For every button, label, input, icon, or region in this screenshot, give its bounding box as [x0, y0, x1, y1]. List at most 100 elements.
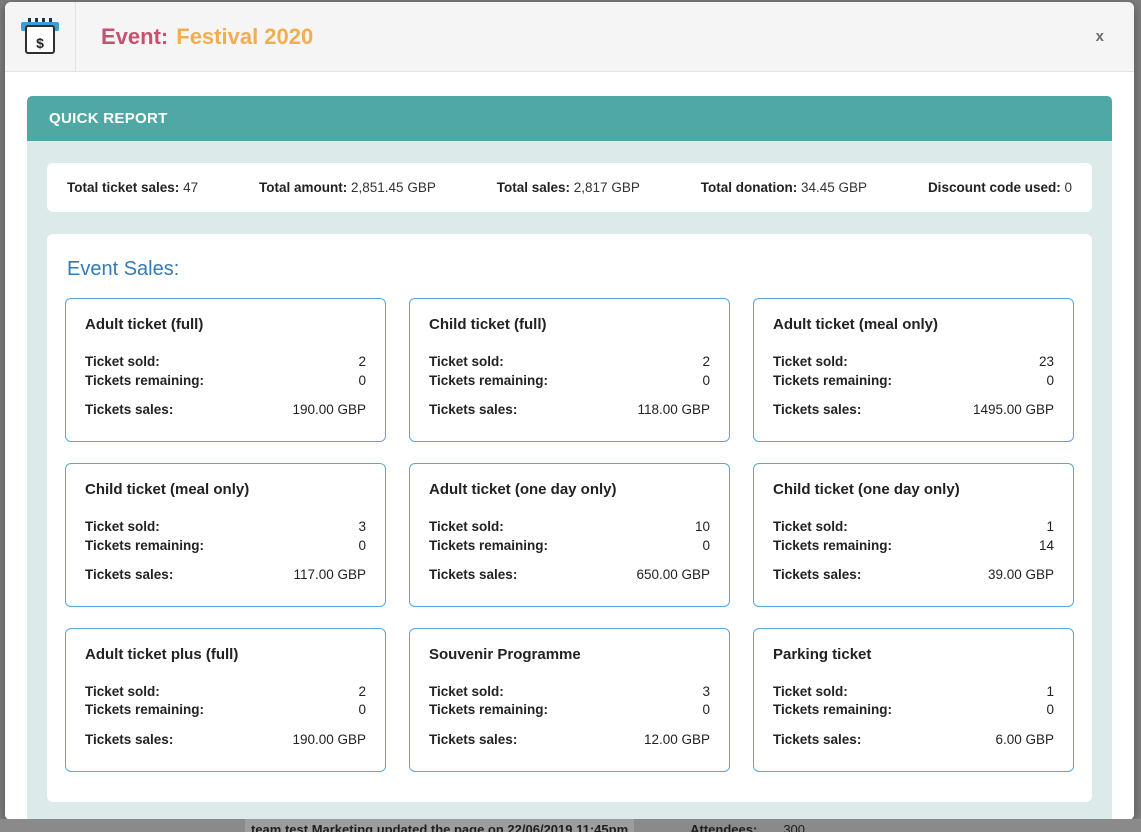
dollar-glyph: $: [25, 25, 55, 54]
summary-stat-value: 47: [183, 180, 198, 195]
ticket-sold-value: 23: [1039, 353, 1054, 372]
event-title-value: Festival 2020: [176, 24, 313, 50]
tickets-remaining-row: Tickets remaining: 0: [429, 701, 710, 720]
tickets-remaining-value: 0: [702, 537, 710, 556]
attendees-label: Attendees:: [690, 822, 757, 832]
summary-stat: Total donation: 34.45 GBP: [701, 180, 867, 195]
ticket-sold-value: 3: [702, 683, 710, 702]
tickets-sales-row: Tickets sales: 117.00 GBP: [85, 566, 366, 585]
tickets-sales-value: 12.00 GBP: [644, 731, 710, 750]
summary-stat: Total amount: 2,851.45 GBP: [259, 180, 436, 195]
background-list-item: team test Marketing updated the page on …: [245, 819, 634, 832]
calendar-dollar-icon: $: [21, 18, 59, 56]
ticket-sold-value: 10: [695, 518, 710, 537]
tickets-remaining-value: 14: [1039, 537, 1054, 556]
modal-body: QUICK REPORT Total ticket sales: 47 Tota…: [5, 72, 1134, 820]
tickets-remaining-label: Tickets remaining:: [429, 372, 548, 391]
ticket-card-title: Adult ticket (full): [85, 316, 366, 333]
ticket-sold-label: Ticket sold:: [429, 683, 504, 702]
modal-icon-cell: $: [5, 2, 76, 71]
background-page-clipped: team test Marketing updated the page on …: [0, 819, 1141, 832]
tickets-remaining-row: Tickets remaining: 0: [773, 372, 1054, 391]
tickets-remaining-value: 0: [358, 537, 366, 556]
tickets-sales-label: Tickets sales:: [85, 731, 173, 750]
tickets-sales-value: 6.00 GBP: [995, 731, 1054, 750]
summary-stat-label: Total ticket sales:: [67, 180, 179, 195]
ticket-sold-value: 3: [358, 518, 366, 537]
ticket-sold-row: Ticket sold: 2: [429, 353, 710, 372]
close-button[interactable]: x: [1086, 19, 1134, 54]
ticket-sold-row: Ticket sold: 1: [773, 518, 1054, 537]
ticket-card: Parking ticket Ticket sold: 1 Tickets re…: [753, 628, 1074, 772]
tickets-remaining-label: Tickets remaining:: [429, 701, 548, 720]
ticket-card: Child ticket (one day only) Ticket sold:…: [753, 463, 1074, 607]
ticket-sold-label: Ticket sold:: [429, 353, 504, 372]
tickets-remaining-label: Tickets remaining:: [85, 537, 204, 556]
tickets-remaining-label: Tickets remaining:: [773, 372, 892, 391]
tickets-remaining-row: Tickets remaining: 0: [429, 372, 710, 391]
tickets-remaining-value: 0: [1046, 372, 1054, 391]
summary-stat-label: Total amount:: [259, 180, 347, 195]
summary-stat-value: 2,851.45 GBP: [351, 180, 436, 195]
ticket-sold-label: Ticket sold:: [773, 683, 848, 702]
summary-stat-value: 2,817 GBP: [574, 180, 640, 195]
ticket-card-title: Child ticket (full): [429, 316, 710, 333]
ticket-card-title: Child ticket (meal only): [85, 481, 366, 498]
ticket-sold-row: Ticket sold: 2: [85, 683, 366, 702]
ticket-card-title: Souvenir Programme: [429, 646, 710, 663]
tickets-sales-row: Tickets sales: 6.00 GBP: [773, 731, 1054, 750]
tickets-sales-value: 1495.00 GBP: [973, 401, 1054, 420]
ticket-card-title: Parking ticket: [773, 646, 1054, 663]
tickets-sales-value: 650.00 GBP: [636, 566, 710, 585]
event-title-label: Event:: [101, 24, 168, 50]
event-report-modal: $ Event: Festival 2020 x QUICK REPORT To…: [5, 2, 1134, 820]
tickets-sales-label: Tickets sales:: [773, 401, 861, 420]
ticket-card: Child ticket (meal only) Ticket sold: 3 …: [65, 463, 386, 607]
tickets-remaining-value: 0: [702, 372, 710, 391]
tickets-sales-label: Tickets sales:: [773, 566, 861, 585]
modal-header: $ Event: Festival 2020 x: [5, 2, 1134, 72]
modal-title: Event: Festival 2020: [76, 2, 313, 71]
summary-stat-label: Total sales:: [497, 180, 570, 195]
ticket-card: Adult ticket (full) Ticket sold: 2 Ticke…: [65, 298, 386, 442]
summary-stat: Discount code used: 0: [928, 180, 1072, 195]
ticket-sold-label: Ticket sold:: [85, 518, 160, 537]
tickets-sales-row: Tickets sales: 190.00 GBP: [85, 731, 366, 750]
tickets-remaining-row: Tickets remaining: 14: [773, 537, 1054, 556]
summary-stat-label: Discount code used:: [928, 180, 1061, 195]
ticket-sold-row: Ticket sold: 3: [429, 683, 710, 702]
tickets-remaining-row: Tickets remaining: 0: [85, 701, 366, 720]
ticket-sold-value: 2: [358, 353, 366, 372]
ticket-sold-row: Ticket sold: 10: [429, 518, 710, 537]
ticket-sold-row: Ticket sold: 2: [85, 353, 366, 372]
summary-totals-bar: Total ticket sales: 47 Total amount: 2,8…: [47, 163, 1092, 212]
tickets-remaining-label: Tickets remaining:: [773, 537, 892, 556]
tickets-sales-value: 190.00 GBP: [292, 731, 366, 750]
ticket-card-title: Adult ticket (one day only): [429, 481, 710, 498]
ticket-sold-value: 2: [358, 683, 366, 702]
ticket-sold-value: 1: [1046, 683, 1054, 702]
ticket-sold-row: Ticket sold: 1: [773, 683, 1054, 702]
tickets-sales-label: Tickets sales:: [429, 731, 517, 750]
ticket-sold-value: 1: [1046, 518, 1054, 537]
summary-stat-value: 34.45 GBP: [801, 180, 867, 195]
tickets-sales-label: Tickets sales:: [773, 731, 861, 750]
summary-stat-value: 0: [1064, 180, 1072, 195]
ticket-card-title: Child ticket (one day only): [773, 481, 1054, 498]
ticket-card: Child ticket (full) Ticket sold: 2 Ticke…: [409, 298, 730, 442]
tickets-sales-label: Tickets sales:: [429, 566, 517, 585]
ticket-sold-label: Ticket sold:: [773, 518, 848, 537]
tickets-remaining-row: Tickets remaining: 0: [85, 372, 366, 391]
tickets-sales-row: Tickets sales: 650.00 GBP: [429, 566, 710, 585]
tickets-remaining-value: 0: [358, 372, 366, 391]
event-sales-panel: Event Sales: Adult ticket (full) Ticket …: [47, 234, 1092, 802]
tickets-sales-label: Tickets sales:: [85, 401, 173, 420]
ticket-sold-label: Ticket sold:: [773, 353, 848, 372]
tickets-remaining-row: Tickets remaining: 0: [429, 537, 710, 556]
ticket-cards-grid: Adult ticket (full) Ticket sold: 2 Ticke…: [65, 298, 1074, 772]
quick-report-header: QUICK REPORT: [27, 96, 1112, 141]
summary-stat-label: Total donation:: [701, 180, 797, 195]
tickets-remaining-label: Tickets remaining:: [429, 537, 548, 556]
ticket-sold-row: Ticket sold: 3: [85, 518, 366, 537]
tickets-sales-row: Tickets sales: 39.00 GBP: [773, 566, 1054, 585]
